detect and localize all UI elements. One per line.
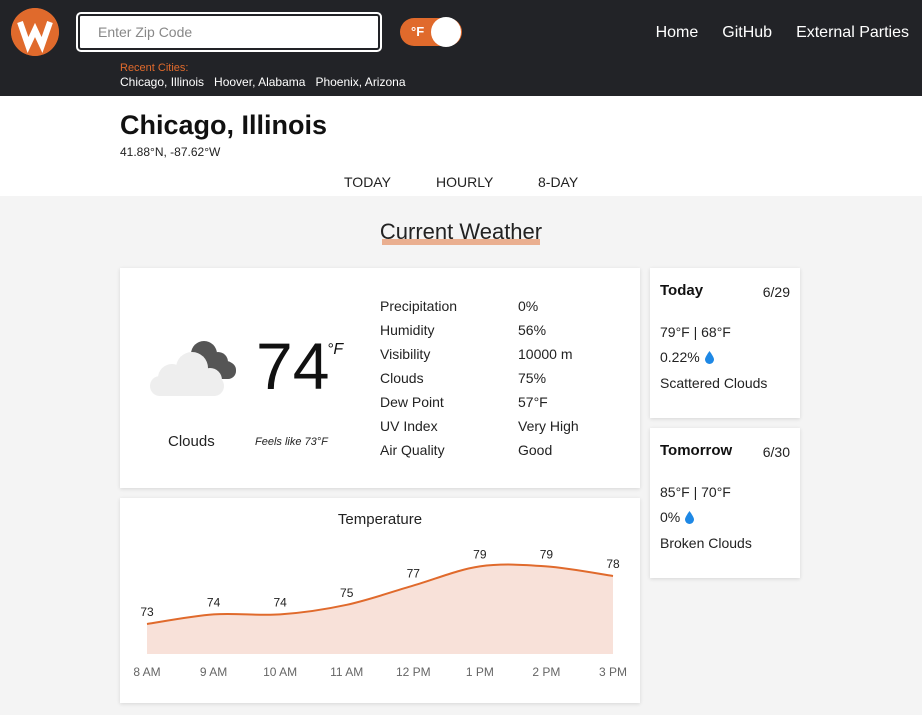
forecast-card-today: Today 6/29 79°F | 68°F 0.22% Scattered C… — [650, 268, 800, 418]
forecast-description: Scattered Clouds — [660, 375, 768, 391]
data-label: 79 — [540, 547, 554, 561]
tab-today[interactable]: TODAY — [344, 174, 391, 190]
data-label: 79 — [473, 547, 487, 561]
toggle-knob — [431, 17, 461, 47]
unit-toggle[interactable]: °F — [400, 17, 462, 47]
forecast-date: 6/30 — [762, 444, 790, 460]
detail-row: UV Index Very High — [380, 418, 579, 442]
recent-city-link[interactable]: Hoover, Alabama — [214, 75, 305, 89]
tab-hourly[interactable]: HOURLY — [436, 174, 493, 190]
data-label: 77 — [407, 567, 421, 581]
forecast-card-tomorrow: Tomorrow 6/30 85°F | 70°F 0% Broken Clou… — [650, 428, 800, 578]
detail-label: Humidity — [380, 322, 435, 338]
forecast-high-low: 79°F | 68°F — [660, 324, 731, 340]
x-tick-label: 9 AM — [200, 665, 227, 679]
detail-value: 75% — [518, 370, 547, 386]
unit-toggle-label: °F — [411, 24, 425, 39]
main-nav: Home GitHub External Parties — [656, 24, 909, 42]
recent-cities: Recent Cities: Chicago, Illinois Hoover,… — [120, 62, 406, 89]
section-title-text: Current Weather — [379, 219, 543, 245]
detail-label: Precipitation — [380, 298, 458, 314]
forecast-precip-value: 0.22% — [660, 349, 700, 365]
weather-logo-icon[interactable] — [11, 8, 59, 56]
detail-label: Visibility — [380, 346, 431, 362]
forecast-precip: 0% — [660, 509, 695, 525]
current-temperature: 74 — [256, 329, 330, 403]
x-tick-label: 2 PM — [532, 665, 560, 679]
x-tick-label: 10 AM — [263, 665, 297, 679]
data-label: 74 — [207, 595, 221, 609]
temperature-unit: °F — [327, 341, 344, 358]
detail-value: Good — [518, 442, 553, 458]
top-bar: °F Recent Cities: Chicago, Illinois Hoov… — [0, 0, 922, 96]
detail-label: UV Index — [380, 418, 438, 434]
recent-city-link[interactable]: Chicago, Illinois — [120, 75, 204, 89]
x-tick-label: 8 AM — [133, 665, 160, 679]
detail-row: Humidity 56% — [380, 322, 579, 346]
location-header: Chicago, Illinois 41.88°N, -87.62°W TODA… — [0, 96, 922, 196]
nav-home-link[interactable]: Home — [656, 24, 699, 42]
detail-row: Clouds 75% — [380, 370, 579, 394]
forecast-date: 6/29 — [762, 284, 790, 300]
x-tick-label: 1 PM — [466, 665, 494, 679]
detail-row: Visibility 10000 m — [380, 346, 579, 370]
section-title: Current Weather — [0, 219, 922, 245]
detail-value: Very High — [518, 418, 579, 434]
detail-row: Dew Point 57°F — [380, 394, 579, 418]
temperature-chart: 73 74 74 75 77 79 79 78 8 AM 9 AM 10 AM 11 AM 12 PM 1… — [133, 547, 627, 679]
feels-like: Feels like 73°F — [255, 436, 328, 448]
temperature-chart-card: Temperature 73 74 74 75 77 79 79 78 8 AM 9 AM 10 A… — [120, 498, 640, 703]
water-drop-icon — [685, 510, 695, 524]
x-tick-label: 3 PM — [599, 665, 627, 679]
data-label: 74 — [273, 595, 287, 609]
city-title: Chicago, Illinois — [120, 110, 328, 140]
forecast-precip: 0.22% — [660, 349, 714, 365]
condition-text: Clouds — [168, 433, 215, 450]
forecast-description: Broken Clouds — [660, 535, 752, 551]
zip-code-input[interactable] — [76, 12, 382, 52]
data-label: 78 — [606, 557, 620, 571]
forecast-day-title: Today — [660, 282, 704, 299]
current-weather-card: Clouds 74 °F Feels like 73°F Precipitati… — [120, 268, 640, 488]
tab-8-day[interactable]: 8-DAY — [538, 174, 578, 190]
detail-value: 56% — [518, 322, 547, 338]
data-label: 75 — [340, 586, 354, 600]
cloud-icon — [148, 338, 240, 403]
forecast-day-title: Tomorrow — [660, 442, 733, 459]
x-tick-label: 11 AM — [330, 665, 363, 679]
coordinates: 41.88°N, -87.62°W — [120, 145, 221, 159]
detail-label: Dew Point — [380, 394, 444, 410]
nav-external-parties-link[interactable]: External Parties — [796, 24, 909, 42]
forecast-high-low: 85°F | 70°F — [660, 484, 731, 500]
detail-label: Air Quality — [380, 442, 445, 458]
detail-value: 0% — [518, 298, 539, 314]
x-tick-label: 12 PM — [396, 665, 431, 679]
water-drop-icon — [704, 350, 714, 364]
detail-row: Air Quality Good — [380, 442, 579, 466]
recent-cities-label: Recent Cities: — [120, 62, 189, 74]
view-tabs: TODAY HOURLY 8-DAY — [0, 174, 922, 196]
detail-row: Precipitation 0% — [380, 298, 579, 322]
nav-github-link[interactable]: GitHub — [722, 24, 772, 42]
detail-value: 57°F — [518, 394, 548, 410]
detail-label: Clouds — [380, 370, 424, 386]
detail-value: 10000 m — [518, 346, 573, 362]
forecast-precip-value: 0% — [660, 509, 681, 525]
data-label: 73 — [140, 605, 154, 619]
recent-city-link[interactable]: Phoenix, Arizona — [315, 75, 405, 89]
weather-details: Precipitation 0% Humidity 56% Visibility 10… — [380, 298, 579, 466]
